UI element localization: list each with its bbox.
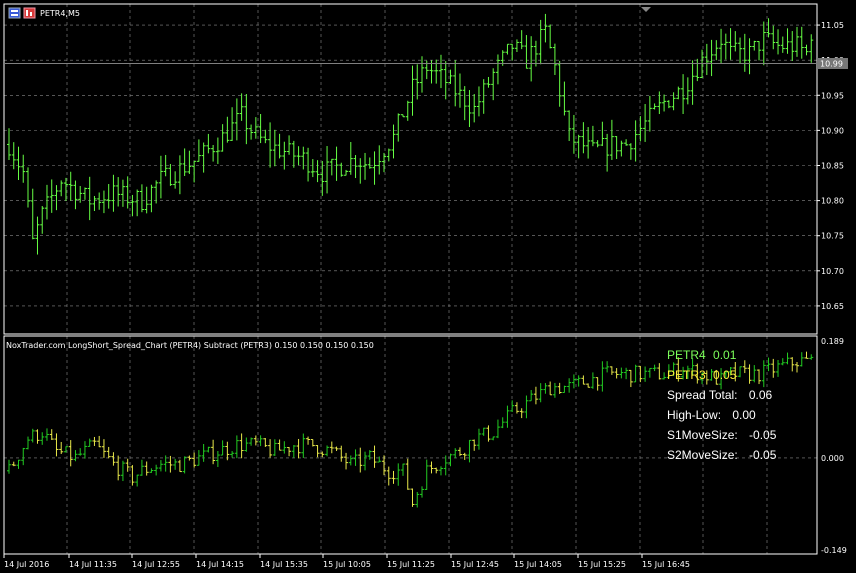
- spread-label: Spread Total:: [667, 388, 738, 402]
- petr4-value: 0.01: [713, 348, 737, 362]
- s1-value: -0.05: [749, 428, 777, 442]
- time-tick-label: 15 Jul 10:05: [323, 560, 371, 569]
- price-tick-label: 10.90: [821, 126, 844, 135]
- price-tick-label: 10.95: [821, 91, 844, 100]
- highlow-label: High-Low:: [667, 408, 722, 422]
- indicator-tick-label: 0.189: [821, 337, 844, 346]
- time-tick-label: 14 Jul 2016: [4, 560, 49, 569]
- price-tick-label: 10.65: [821, 302, 844, 311]
- price-tick-label: 10.80: [821, 197, 844, 206]
- petr3-value: 0.05: [713, 368, 737, 382]
- info-highlow-row: High-Low: 0.00: [667, 408, 756, 422]
- chart-icon: [23, 7, 36, 19]
- time-tick-label: 15 Jul 14:05: [514, 560, 562, 569]
- spread-value: 0.06: [748, 388, 773, 402]
- time-tick-label: 14 Jul 14:15: [196, 560, 244, 569]
- info-s1-row: S1MoveSize: -0.05: [667, 428, 776, 442]
- info-spread-row: Spread Total: 0.06: [667, 388, 772, 402]
- petr3-label: PETR3: [667, 368, 706, 382]
- time-tick-label: 15 Jul 16:45: [642, 560, 690, 569]
- current-price-label: 10.99: [820, 60, 843, 69]
- s1-label: S1MoveSize:: [667, 428, 738, 442]
- s2-label: S2MoveSize:: [667, 448, 738, 462]
- time-tick-label: 15 Jul 12:45: [451, 560, 499, 569]
- price-tick-label: 11.05: [821, 21, 844, 30]
- highlow-value: 0.00: [732, 408, 756, 422]
- symbol-title: PETR4,M5: [40, 9, 80, 18]
- time-tick-label: 14 Jul 15:35: [260, 560, 308, 569]
- time-tick-label: 15 Jul 11:25: [387, 560, 435, 569]
- petr4-label: PETR4: [667, 348, 706, 362]
- time-tick-label: 14 Jul 12:55: [132, 560, 180, 569]
- s2-value: -0.05: [749, 448, 777, 462]
- time-tick-label: 14 Jul 11:35: [69, 560, 117, 569]
- price-tick-label: 10.70: [821, 267, 844, 276]
- current-price-tag: 10.99: [817, 58, 848, 69]
- chart-title: PETR4,M5: [8, 7, 80, 19]
- indicator-tick-label: -0.149: [821, 546, 847, 555]
- chart-window[interactable]: PETR4,M5 NoxTrader.com LongShort_Spread_…: [0, 0, 856, 573]
- info-s2-row: S2MoveSize: -0.05: [667, 448, 776, 462]
- time-tick-label: 15 Jul 15:25: [578, 560, 626, 569]
- price-tick-label: 10.75: [821, 232, 844, 241]
- indicator-title: NoxTrader.com LongShort_Spread_Chart (PE…: [6, 341, 374, 350]
- indicator-tick-label: 0.000: [821, 454, 844, 463]
- price-tick-label: 10.85: [821, 161, 844, 170]
- window-icon: [8, 7, 21, 19]
- info-petr3-row: PETR3 0.05: [667, 368, 736, 382]
- info-petr4-row: PETR4 0.01: [667, 348, 736, 362]
